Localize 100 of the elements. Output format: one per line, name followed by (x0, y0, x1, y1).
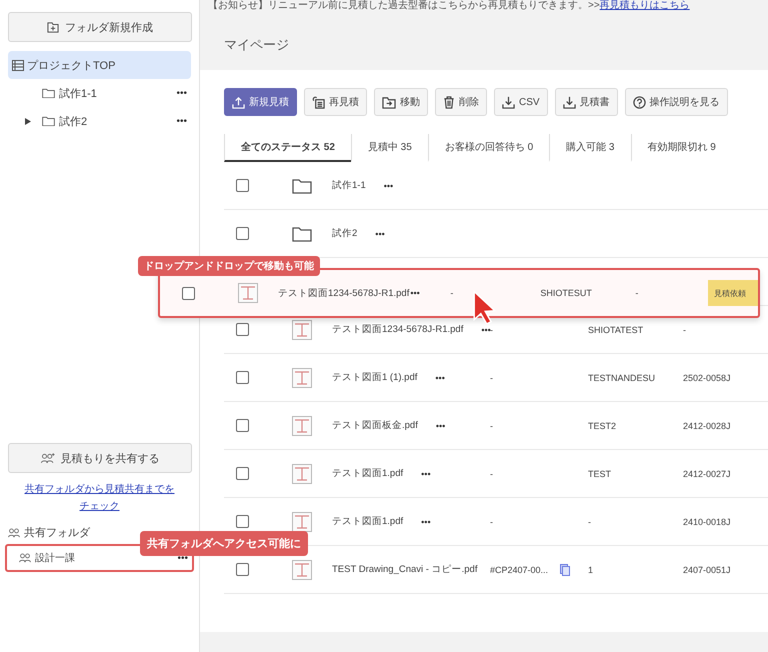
new-folder-button[interactable]: フォルダ新規作成 (8, 12, 192, 42)
file-name: テスト図面1234-5678J-R1.pdf (278, 286, 410, 300)
table-cell-text: - (490, 516, 494, 526)
status-tab[interactable]: 見積中 35 (350, 134, 428, 162)
page-title: マイページ (224, 36, 289, 54)
callout-label: 共有フォルダへアクセス可能に (140, 531, 308, 556)
status-badge: 見積依頼 (708, 280, 758, 306)
folder-move-icon (382, 96, 396, 108)
toolbar-button[interactable]: 新規見積 (224, 88, 297, 116)
requote-link[interactable]: 再見積もりはこちら (600, 0, 690, 12)
calculator-icon (312, 96, 325, 108)
project-top-item[interactable]: プロジェクトTOP (8, 51, 191, 79)
drawing-thumbnail (292, 320, 312, 340)
status-tab[interactable]: 購入可能 3 (549, 134, 630, 162)
row-checkbox[interactable] (236, 419, 249, 432)
file-name[interactable]: TEST Drawing_Cnavi - コピー.pdf (332, 563, 478, 576)
more-menu[interactable]: ••• (436, 420, 446, 430)
table-cell-text: 2502-0058J (683, 372, 732, 382)
folder-icon (42, 116, 55, 126)
table-cell-text: - (490, 324, 494, 334)
row-checkbox[interactable] (236, 467, 249, 480)
drawing-thumbnail (292, 512, 312, 532)
status-tab[interactable]: お客様の回答待ち 0 (428, 134, 550, 162)
file-name[interactable]: テスト図面1.pdf (332, 515, 404, 528)
toolbar-button[interactable]: 削除 (435, 88, 487, 116)
status-tab[interactable]: 全てのステータス 52 (224, 134, 351, 162)
trash-icon (443, 96, 455, 108)
more-menu[interactable]: ••• (375, 228, 385, 238)
shared-folder-heading: 共有フォルダ (24, 526, 90, 540)
folder-icon (292, 226, 312, 242)
toolbar-button[interactable]: 再見積 (304, 88, 367, 116)
folder-name[interactable]: 試作1-1 (59, 86, 97, 100)
more-menu[interactable]: ••• (176, 116, 187, 126)
folder-icon (292, 178, 312, 194)
more-menu[interactable]: ••• (384, 180, 394, 190)
more-menu[interactable]: ••• (421, 468, 431, 478)
folder-name[interactable]: 試作2 (59, 114, 88, 128)
file-name[interactable]: テスト図面1.pdf (332, 467, 404, 480)
table-cell-text: TESTNANDESU (588, 372, 656, 382)
drawing-thumbnail (238, 283, 258, 303)
file-name[interactable]: テスト図面1234-5678J-R1.pdf (332, 323, 464, 336)
row-checkbox[interactable] (236, 227, 249, 240)
copy-icon[interactable] (560, 564, 570, 576)
row-checkbox[interactable] (182, 286, 195, 300)
table-cell-text: - (490, 468, 494, 478)
people-icon (19, 553, 31, 563)
more-menu[interactable]: ••• (176, 88, 187, 98)
table-cell-text: #CP2407-00... (490, 564, 550, 574)
download-icon (502, 96, 515, 108)
table-cell-text: - (635, 288, 640, 298)
expand-caret-icon[interactable] (24, 118, 32, 124)
folder-name[interactable]: 試作2 (332, 227, 358, 240)
table-cell-text: 2412-0028J (683, 420, 732, 430)
people-icon (8, 528, 20, 538)
folder-add-icon (47, 22, 59, 32)
share-quote-button[interactable]: 見積もりを共有する (8, 443, 192, 473)
folder-name[interactable]: 試作1-1 (332, 179, 366, 192)
table-cell-text: SHIOTESUT (540, 288, 593, 298)
table-cell-text: 2407-0051J (683, 564, 732, 574)
folder-icon (42, 88, 55, 98)
file-name[interactable]: テスト図面1 (1).pdf (332, 371, 418, 384)
drawing-thumbnail (292, 416, 312, 436)
table-cell-text: - (490, 420, 494, 430)
file-name[interactable]: テスト図面板金.pdf (332, 419, 418, 432)
download-icon (562, 96, 576, 108)
drawing-thumbnail (292, 464, 312, 484)
more-menu[interactable]: ••• (421, 516, 431, 526)
cursor-icon (472, 290, 497, 324)
more-menu[interactable]: ••• (481, 324, 491, 334)
drawing-thumbnail (292, 560, 312, 580)
notice-text: 【お知らせ】リニューアル前に見積した過去型番はこちらから再見積もりできます。>> (208, 0, 600, 12)
table-cell-text: 2410-0018J (683, 516, 732, 526)
table-cell-text: - (490, 372, 494, 382)
table-cell-text: SHIOTATEST (588, 324, 644, 334)
upload-icon (232, 96, 245, 108)
row-checkbox[interactable] (236, 515, 249, 528)
drawing-thumbnail (292, 368, 312, 388)
table-cell-text: TEST (588, 468, 612, 478)
toolbar-button[interactable]: 見積書 (554, 88, 618, 116)
more-menu[interactable]: ••• (435, 372, 445, 382)
table-cell-text: TEST2 (588, 420, 618, 430)
list-icon (12, 60, 24, 70)
callout-label: ドロップアンドドロップで移動も可能 (138, 256, 320, 276)
people-add-icon (40, 452, 54, 464)
table-cell-text: - (588, 516, 592, 526)
table-cell-text: - (450, 288, 454, 298)
toolbar-button[interactable]: 移動 (374, 88, 428, 116)
status-tab[interactable]: 有効期限切れ 9 (630, 134, 732, 162)
more-menu[interactable]: ••• (410, 288, 450, 298)
toolbar-button[interactable]: CSV (494, 88, 548, 116)
row-checkbox[interactable] (236, 179, 249, 192)
table-cell-text: - (683, 324, 687, 334)
table-cell-text: 2412-0027J (683, 468, 732, 478)
table-cell-text: 1 (588, 564, 594, 574)
shared-folder-guide-link[interactable]: 共有フォルダから見積共有までをチェック (23, 481, 176, 515)
help-icon (632, 96, 646, 108)
toolbar-button[interactable]: 操作説明を見る (624, 88, 728, 116)
row-checkbox[interactable] (236, 371, 249, 384)
row-checkbox[interactable] (236, 323, 249, 336)
row-checkbox[interactable] (236, 563, 249, 576)
